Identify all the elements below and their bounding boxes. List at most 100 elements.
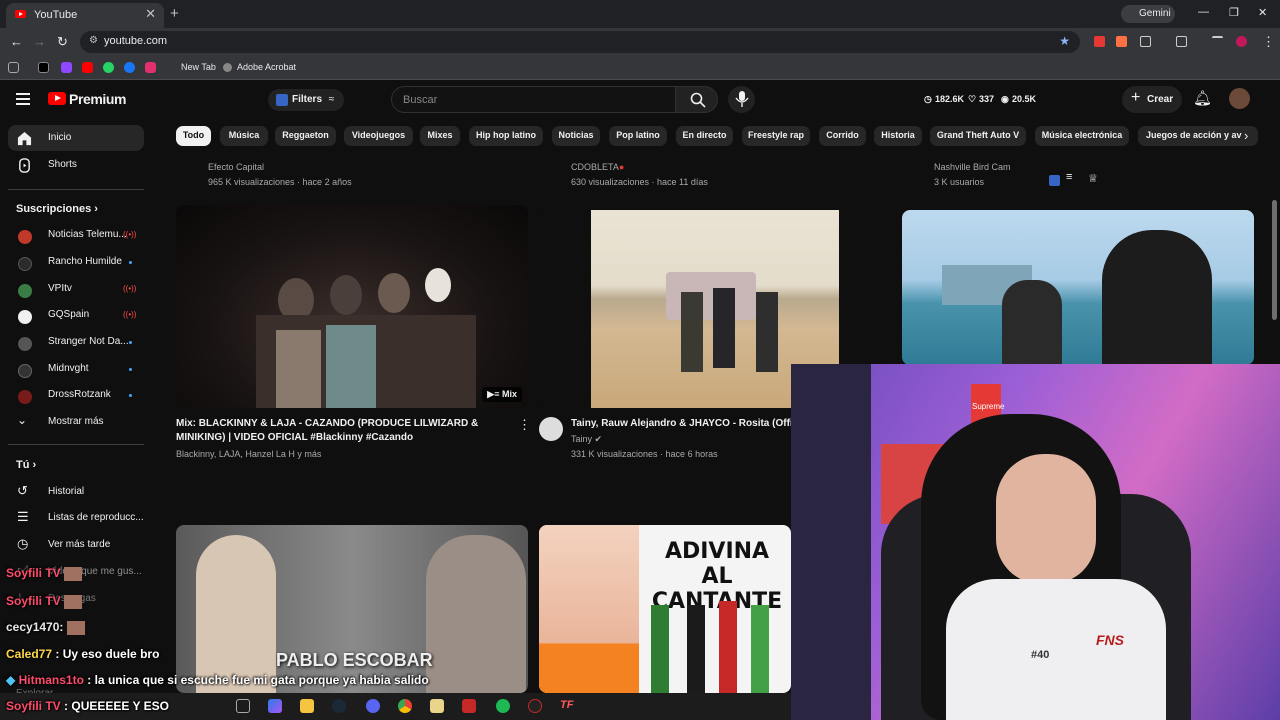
chip-mixes[interactable]: Mixes bbox=[420, 126, 460, 146]
discord-icon[interactable] bbox=[366, 699, 380, 713]
copilot-icon[interactable] bbox=[268, 699, 282, 713]
subscriptions-heading[interactable]: Suscripciones › bbox=[16, 203, 98, 215]
close-window-button[interactable]: ✕ bbox=[1258, 6, 1267, 19]
video-thumbnail[interactable]: ADIVINA AL CANTANTE bbox=[539, 525, 791, 693]
reading-list-icon[interactable] bbox=[1212, 36, 1223, 47]
minimize-button[interactable]: — bbox=[1198, 6, 1209, 18]
chip-historia[interactable]: Historia bbox=[874, 126, 922, 146]
premium-logo-text[interactable]: Premium bbox=[69, 91, 127, 107]
video-channel-name[interactable]: Blackinny, LAJA, Hanzel La H y más bbox=[176, 449, 321, 459]
video-title[interactable]: Tainy, Rauw Alejandro & JHAYCO - Rosita … bbox=[571, 417, 791, 431]
voice-search-button[interactable] bbox=[728, 86, 755, 113]
channel-avatar[interactable] bbox=[539, 417, 563, 441]
sidebar-sub-item[interactable]: Noticias Telemu... ((•)) bbox=[8, 222, 144, 248]
chip-videojuegos[interactable]: Videojuegos bbox=[344, 126, 413, 146]
channel-avatar bbox=[18, 364, 32, 378]
video-channel-name[interactable]: Tainy ✔ bbox=[571, 434, 602, 445]
gemini-button[interactable]: Gemini bbox=[1121, 5, 1175, 23]
browser-tab-youtube[interactable]: YouTube ✕ bbox=[6, 3, 164, 28]
chip-corrido[interactable]: Corrido bbox=[819, 126, 866, 146]
you-heading[interactable]: Tú › bbox=[16, 459, 36, 471]
steam-icon[interactable] bbox=[332, 699, 346, 713]
chevron-right-icon[interactable]: › bbox=[1244, 128, 1248, 143]
obs-icon[interactable] bbox=[528, 699, 542, 713]
facebook-icon[interactable] bbox=[124, 62, 135, 73]
chip-freestyle-rap[interactable]: Freestyle rap bbox=[742, 126, 810, 146]
chip-musica-electronica[interactable]: Música electrónica bbox=[1035, 126, 1129, 146]
sidepanel-icon[interactable] bbox=[1176, 36, 1187, 47]
video-channel-name[interactable]: Nashville Bird Cam bbox=[934, 162, 1011, 172]
hamburger-menu-icon[interactable] bbox=[16, 93, 30, 108]
video-title[interactable]: Mix: BLACKINNY & LAJA - CAZANDO (PRODUCE… bbox=[176, 417, 496, 445]
sidebar-item-watch-later[interactable]: ◷ Ver más tarde bbox=[8, 532, 144, 558]
bookmark-star-icon[interactable]: ★ bbox=[1059, 34, 1070, 48]
tf-app-icon[interactable]: TF bbox=[560, 699, 574, 713]
youtube-icon[interactable] bbox=[82, 62, 93, 73]
sidebar-sub-item[interactable]: DrossRotzank bbox=[8, 382, 144, 408]
extension-icon[interactable] bbox=[1116, 36, 1127, 47]
chip-en-directo[interactable]: En directo bbox=[676, 126, 733, 146]
chrome-icon[interactable] bbox=[398, 699, 412, 713]
twitch-icon[interactable] bbox=[61, 62, 72, 73]
sidebar-sub-item[interactable]: VPItv ((•)) bbox=[8, 276, 144, 302]
app-icon[interactable] bbox=[462, 699, 476, 713]
maximize-button[interactable]: ❐ bbox=[1229, 6, 1239, 19]
profile-avatar-icon[interactable] bbox=[1236, 36, 1247, 47]
account-avatar[interactable] bbox=[1229, 88, 1250, 109]
sidebar-sub-item[interactable]: Rancho Humilde bbox=[8, 249, 144, 275]
sidebar-item-shorts[interactable]: Shorts bbox=[8, 152, 144, 178]
spotify-icon[interactable] bbox=[496, 699, 510, 713]
video-channel-name[interactable]: CDOBLETA● bbox=[571, 162, 624, 172]
chip-reggaeton[interactable]: Reggaeton bbox=[275, 126, 336, 146]
chip-noticias[interactable]: Noticias bbox=[552, 126, 600, 146]
extensions-puzzle-icon[interactable] bbox=[1140, 36, 1151, 47]
trophy-icon[interactable]: ♕ bbox=[1088, 172, 1098, 185]
reload-icon[interactable]: ↻ bbox=[57, 34, 68, 50]
notifications-bell-icon[interactable]: 🔔︎ bbox=[1193, 89, 1212, 107]
task-view-icon[interactable] bbox=[236, 699, 250, 713]
sidebar-sub-item[interactable]: GQSpain ((•)) bbox=[8, 302, 144, 328]
chip-musica[interactable]: Música bbox=[220, 126, 268, 146]
sidebar-item-inicio[interactable]: Inicio bbox=[8, 125, 144, 151]
chip-pop-latino[interactable]: Pop latino bbox=[609, 126, 667, 146]
sidebar-sub-item[interactable]: Stranger Not Da... bbox=[8, 329, 144, 355]
chip-hip-hop-latino[interactable]: Hip hop latino bbox=[469, 126, 543, 146]
chip-gta-v[interactable]: Grand Theft Auto V bbox=[930, 126, 1026, 146]
create-button[interactable]: + Crear bbox=[1122, 86, 1182, 113]
youtube-logo-icon[interactable] bbox=[48, 92, 66, 105]
search-input[interactable]: Buscar bbox=[391, 86, 676, 113]
back-arrow-icon[interactable]: ← bbox=[10, 34, 23, 49]
filters-button[interactable]: Filters ≈ bbox=[268, 89, 344, 111]
thumbnail-art bbox=[196, 535, 276, 693]
apps-grid-icon[interactable] bbox=[8, 62, 19, 73]
video-thumbnail[interactable] bbox=[902, 210, 1254, 365]
show-more-button[interactable]: ⌄ Mostrar más bbox=[8, 409, 144, 435]
notes-icon[interactable] bbox=[430, 699, 444, 713]
x-icon[interactable] bbox=[38, 62, 49, 73]
sidebar-item-playlists[interactable]: ☰ Listas de reproducc... bbox=[8, 505, 144, 531]
menu-kebab-icon[interactable]: ⋮ bbox=[1262, 34, 1275, 50]
chip-juegos-de-accion[interactable]: Juegos de acción y av bbox=[1138, 126, 1258, 146]
forward-arrow-icon[interactable]: → bbox=[33, 34, 46, 49]
list-settings-icon[interactable]: ≡ bbox=[1066, 171, 1072, 183]
file-explorer-icon[interactable] bbox=[300, 699, 314, 713]
site-info-icon[interactable]: ⚙ bbox=[89, 35, 98, 46]
close-tab-icon[interactable]: ✕ bbox=[145, 6, 156, 22]
video-channel-name[interactable]: Efecto Capital bbox=[208, 162, 264, 172]
sidebar-item-historial[interactable]: ↺ Historial bbox=[8, 479, 144, 505]
chip-todo[interactable]: Todo bbox=[176, 126, 211, 146]
instagram-icon[interactable] bbox=[145, 62, 156, 73]
whatsapp-icon[interactable] bbox=[103, 62, 114, 73]
more-options-icon[interactable]: ⋮ bbox=[518, 417, 531, 433]
bookmark-new-tab[interactable]: New Tab bbox=[181, 62, 216, 72]
search-button[interactable] bbox=[675, 86, 718, 113]
video-thumbnail[interactable]: ▶≡ Mix bbox=[176, 205, 528, 408]
omnibox[interactable]: ⚙ youtube.com ★ bbox=[80, 31, 1080, 53]
bookmark-adobe-acrobat[interactable]: Adobe Acrobat bbox=[237, 62, 296, 72]
extension-icon[interactable] bbox=[1094, 36, 1105, 47]
extension-badge-icon[interactable] bbox=[1049, 175, 1060, 186]
sidebar-sub-item[interactable]: Midnvght bbox=[8, 356, 144, 382]
page-scrollbar[interactable] bbox=[1272, 200, 1277, 320]
video-thumbnail[interactable]: PABLO ESCOBAR bbox=[176, 525, 528, 693]
new-tab-button[interactable]: + bbox=[170, 5, 179, 22]
